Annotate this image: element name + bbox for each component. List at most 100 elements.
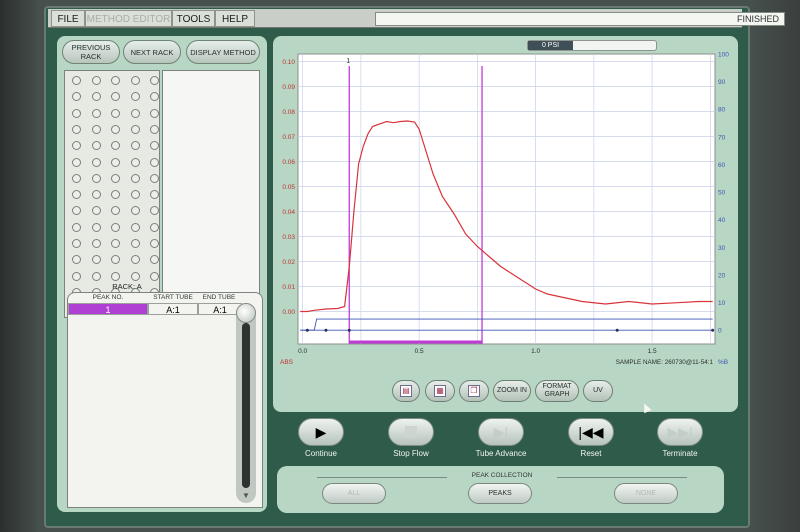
menu-file[interactable]: FILE	[51, 10, 85, 27]
rack-well[interactable]	[111, 124, 120, 134]
rack-well[interactable]	[130, 173, 140, 183]
rack-well[interactable]	[111, 206, 120, 216]
rack-well[interactable]	[72, 271, 81, 281]
rack-well[interactable]	[91, 141, 101, 151]
y-tick-label: 0.00	[282, 309, 295, 316]
rack-well[interactable]	[150, 271, 159, 281]
psi-label: 0 PSI	[528, 41, 573, 50]
table-row-peak-no[interactable]: 1	[68, 303, 148, 315]
zoom-in-button[interactable]: ZOOM IN	[493, 380, 531, 402]
rack-well[interactable]	[130, 76, 140, 85]
y-tick-label: 0.08	[282, 109, 295, 116]
scroll-thumb[interactable]	[236, 303, 256, 323]
rack-well[interactable]	[130, 124, 140, 134]
rack-well[interactable]	[91, 190, 101, 200]
rack-well[interactable]	[91, 157, 101, 167]
format-graph-button[interactable]: FORMAT GRAPH	[535, 380, 579, 402]
copy-graph-button[interactable]: ❐	[459, 380, 489, 402]
rack-well[interactable]	[130, 239, 140, 248]
rack-well[interactable]	[150, 76, 159, 85]
rack-well[interactable]	[130, 108, 140, 118]
table-row-start-tube[interactable]: A:1	[148, 303, 198, 315]
rack-well[interactable]	[72, 76, 81, 85]
rack-well[interactable]	[111, 76, 120, 85]
rack-well[interactable]	[91, 108, 101, 118]
rack-well[interactable]	[150, 255, 159, 265]
collect-all-button[interactable]: ALL	[322, 483, 386, 504]
rack-well[interactable]	[111, 190, 120, 200]
rack-well[interactable]	[150, 222, 159, 232]
rack-well[interactable]	[91, 173, 101, 183]
rack-well[interactable]	[91, 76, 101, 85]
rack-well[interactable]	[91, 92, 101, 102]
rack-well[interactable]	[150, 173, 159, 183]
rack-well[interactable]	[72, 157, 81, 167]
rack-well[interactable]	[72, 108, 81, 118]
continue-button[interactable]: ▶	[298, 418, 344, 446]
save-graph-button[interactable]: ▦	[425, 380, 455, 402]
scroll-down-icon[interactable]: ▼	[240, 491, 252, 501]
rack-well[interactable]	[150, 239, 159, 248]
rack-well[interactable]	[150, 108, 159, 118]
peak-table-scrollbar[interactable]: ▼	[236, 303, 256, 503]
rack-well[interactable]	[150, 92, 159, 102]
menu-method-editor[interactable]: METHOD EDITOR	[85, 10, 172, 27]
peak-collection-panel: PEAK COLLECTION ALL PEAKS NONE	[277, 466, 724, 513]
rack-well[interactable]	[130, 255, 140, 265]
rack-well[interactable]	[130, 92, 140, 102]
rack-well[interactable]	[130, 222, 140, 232]
chromatogram-chart[interactable]: 0.000.010.020.030.040.050.060.070.080.09…	[278, 52, 733, 378]
rack-well[interactable]	[91, 206, 101, 216]
rack-well[interactable]	[130, 206, 140, 216]
tube-advance-button[interactable]: ▶|	[478, 418, 524, 446]
print-button[interactable]: ▤	[392, 380, 420, 402]
rack-well[interactable]	[72, 255, 81, 265]
rack-well[interactable]	[150, 124, 159, 134]
menu-help[interactable]: HELP	[215, 10, 255, 27]
rack-well[interactable]	[111, 108, 120, 118]
rack-well[interactable]	[111, 92, 120, 102]
y-tick-label: 0.06	[282, 159, 295, 166]
rack-well[interactable]	[72, 124, 81, 134]
menu-tools[interactable]: TOOLS	[172, 10, 215, 27]
rack-well[interactable]	[91, 124, 101, 134]
terminate-button[interactable]: ▶▶|	[657, 418, 703, 446]
rack-well[interactable]	[130, 271, 140, 281]
rack-well[interactable]	[130, 190, 140, 200]
rack-well[interactable]	[72, 239, 81, 248]
stop-flow-button[interactable]	[388, 418, 434, 446]
rack-well[interactable]	[111, 222, 120, 232]
rack-well[interactable]	[130, 157, 140, 167]
rack-well[interactable]	[91, 222, 101, 232]
next-rack-button[interactable]: NEXT RACK	[123, 40, 181, 64]
rack-grid[interactable]: 1	[64, 70, 160, 318]
rack-well[interactable]	[72, 222, 81, 232]
rack-well[interactable]	[111, 239, 120, 248]
rack-well[interactable]	[150, 206, 159, 216]
rack-well[interactable]	[91, 255, 101, 265]
uv-button[interactable]: UV	[583, 380, 613, 402]
rack-well[interactable]	[150, 190, 159, 200]
rack-well[interactable]	[91, 271, 101, 281]
display-method-button[interactable]: DISPLAY METHOD	[186, 40, 260, 64]
rack-well[interactable]	[150, 157, 159, 167]
rack-well[interactable]	[111, 141, 120, 151]
rack-well[interactable]	[72, 190, 81, 200]
reset-button[interactable]: |◀◀	[568, 418, 614, 446]
rack-well[interactable]	[111, 271, 120, 281]
rack-well[interactable]	[72, 141, 81, 151]
previous-rack-button[interactable]: PREVIOUS RACK	[62, 40, 120, 64]
rack-well[interactable]	[111, 255, 120, 265]
rack-well[interactable]	[72, 206, 81, 216]
rack-well[interactable]	[111, 157, 120, 167]
rack-well[interactable]	[150, 141, 159, 151]
rack-well[interactable]	[72, 173, 81, 183]
rack-well[interactable]	[91, 239, 101, 248]
collect-peaks-button[interactable]: PEAKS	[468, 483, 532, 504]
rack-well[interactable]	[72, 92, 81, 102]
collect-none-button[interactable]: NONE	[614, 483, 678, 504]
scroll-track	[242, 323, 250, 488]
event-point	[305, 328, 309, 332]
rack-well[interactable]	[111, 173, 120, 183]
rack-well[interactable]	[130, 141, 140, 151]
